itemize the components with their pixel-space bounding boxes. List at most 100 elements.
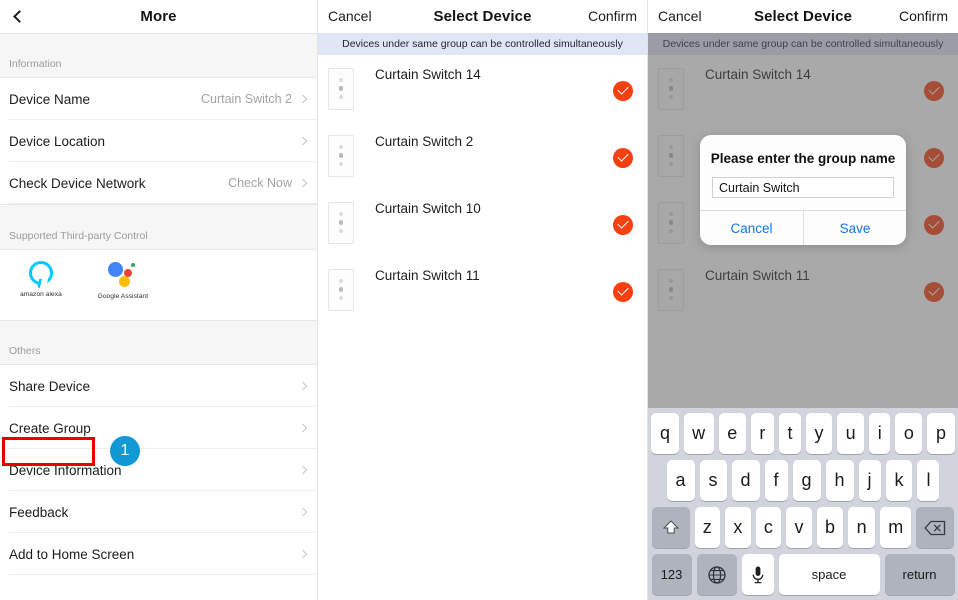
row-add-to-home-screen[interactable]: Add to Home Screen xyxy=(0,533,317,575)
key-q[interactable]: q xyxy=(651,413,678,454)
keyboard-row-3: z x c v b n m xyxy=(648,507,958,548)
key-c[interactable]: c xyxy=(756,507,782,548)
row-label: Device Information xyxy=(9,463,300,478)
key-d[interactable]: d xyxy=(732,460,760,501)
key-m[interactable]: m xyxy=(880,507,912,548)
panel2-navbar: Cancel Select Device Confirm xyxy=(318,0,647,33)
row-label: Check Device Network xyxy=(9,176,228,191)
key-i[interactable]: i xyxy=(869,413,890,454)
google-assistant-logo-icon xyxy=(108,261,138,287)
back-button[interactable] xyxy=(0,0,34,33)
row-label: Add to Home Screen xyxy=(9,547,300,562)
chevron-right-icon xyxy=(299,550,307,558)
panel3-navbar: Cancel Select Device Confirm xyxy=(648,0,958,33)
key-l[interactable]: l xyxy=(917,460,939,501)
step-badge-1: 1 xyxy=(110,436,140,466)
backspace-delete-icon xyxy=(924,520,946,536)
keyboard-row-2: a s d f g h j k l xyxy=(648,460,958,501)
key-t[interactable]: t xyxy=(779,413,801,454)
third-party-logos: amazon alexa Google Assistant xyxy=(0,250,317,320)
key-y[interactable]: y xyxy=(806,413,832,454)
device-list-item[interactable]: Curtain Switch 14 xyxy=(318,55,647,122)
on-screen-keyboard: q w e r t y u i o p a s d f g h j k l xyxy=(648,408,958,600)
key-b[interactable]: b xyxy=(817,507,844,548)
device-list-item[interactable]: Curtain Switch 2 xyxy=(318,122,647,189)
key-h[interactable]: h xyxy=(826,460,854,501)
row-label: Device Location xyxy=(9,134,292,149)
tutorial-screenshot: More Information Device Name Curtain Swi… xyxy=(0,0,958,600)
chevron-right-icon xyxy=(299,137,307,145)
return-key[interactable]: return xyxy=(885,554,955,595)
key-s[interactable]: s xyxy=(700,460,727,501)
key-g[interactable]: g xyxy=(793,460,821,501)
space-key[interactable]: space xyxy=(779,554,880,595)
globe-key[interactable] xyxy=(697,554,737,595)
numbers-key[interactable]: 123 xyxy=(652,554,692,595)
checkmark-selected-icon[interactable] xyxy=(613,282,633,302)
logo-caption: Google Assistant xyxy=(98,293,148,300)
chevron-right-icon xyxy=(299,508,307,516)
row-label: Create Group xyxy=(9,421,300,436)
key-f[interactable]: f xyxy=(765,460,788,501)
keyboard-row-1: q w e r t y u i o p xyxy=(648,413,958,454)
dialog-cancel-button[interactable]: Cancel xyxy=(700,211,803,245)
device-name: Curtain Switch 11 xyxy=(375,268,613,283)
page-title: More xyxy=(0,8,317,25)
row-create-group[interactable]: Create Group xyxy=(0,407,317,449)
row-feedback[interactable]: Feedback xyxy=(0,491,317,533)
google-assistant-item[interactable]: Google Assistant xyxy=(82,261,164,300)
confirm-button[interactable]: Confirm xyxy=(578,0,647,33)
chevron-right-icon xyxy=(299,179,307,187)
key-x[interactable]: x xyxy=(725,507,751,548)
microphone-key[interactable] xyxy=(742,554,774,595)
row-value: Curtain Switch 2 xyxy=(201,92,292,106)
row-device-information[interactable]: Device Information xyxy=(0,449,317,491)
row-label: Share Device xyxy=(9,379,300,394)
device-list-item[interactable]: Curtain Switch 10 xyxy=(318,189,647,256)
panel-group-name-dialog: Cancel Select Device Confirm Devices und… xyxy=(648,0,958,600)
amazon-alexa-logo-icon xyxy=(29,261,53,285)
amazon-alexa-item[interactable]: amazon alexa xyxy=(0,261,82,298)
backspace-key[interactable] xyxy=(916,507,954,548)
checkmark-selected-icon[interactable] xyxy=(613,148,633,168)
logo-caption: amazon alexa xyxy=(20,291,62,298)
cancel-button[interactable]: Cancel xyxy=(318,0,382,33)
shift-key[interactable] xyxy=(652,507,690,548)
row-device-name[interactable]: Device Name Curtain Switch 2 xyxy=(0,78,317,120)
key-e[interactable]: e xyxy=(719,413,746,454)
key-j[interactable]: j xyxy=(859,460,881,501)
row-label: Device Name xyxy=(9,92,201,107)
key-k[interactable]: k xyxy=(886,460,913,501)
keyboard-row-4: 123 space return xyxy=(648,554,958,595)
row-value: Check Now xyxy=(228,176,292,190)
device-name: Curtain Switch 10 xyxy=(375,201,613,216)
panel-select-device: Cancel Select Device Confirm Devices und… xyxy=(318,0,648,600)
row-check-device-network[interactable]: Check Device Network Check Now xyxy=(0,162,317,204)
group-name-input[interactable] xyxy=(712,177,894,198)
key-p[interactable]: p xyxy=(927,413,954,454)
section-header-third-party: Supported Third-party Control xyxy=(0,204,317,250)
checkmark-selected-icon[interactable] xyxy=(613,81,633,101)
row-device-location[interactable]: Device Location xyxy=(0,120,317,162)
curtain-switch-icon xyxy=(328,68,354,110)
key-r[interactable]: r xyxy=(751,413,774,454)
cancel-button[interactable]: Cancel xyxy=(648,0,712,33)
confirm-button[interactable]: Confirm xyxy=(889,0,958,33)
checkmark-selected-icon[interactable] xyxy=(613,215,633,235)
key-o[interactable]: o xyxy=(895,413,922,454)
chevron-right-icon xyxy=(299,466,307,474)
dialog-save-button[interactable]: Save xyxy=(803,211,906,245)
key-a[interactable]: a xyxy=(667,460,695,501)
device-list-item[interactable]: Curtain Switch 11 xyxy=(318,256,647,323)
dialog-title: Please enter the group name xyxy=(700,135,906,166)
section-header-others: Others xyxy=(0,320,317,365)
key-v[interactable]: v xyxy=(786,507,812,548)
device-name: Curtain Switch 2 xyxy=(375,134,613,149)
row-share-device[interactable]: Share Device xyxy=(0,365,317,407)
key-u[interactable]: u xyxy=(837,413,864,454)
curtain-switch-icon xyxy=(328,269,354,311)
key-n[interactable]: n xyxy=(848,507,875,548)
chevron-right-icon xyxy=(299,95,307,103)
key-w[interactable]: w xyxy=(684,413,714,454)
key-z[interactable]: z xyxy=(695,507,721,548)
